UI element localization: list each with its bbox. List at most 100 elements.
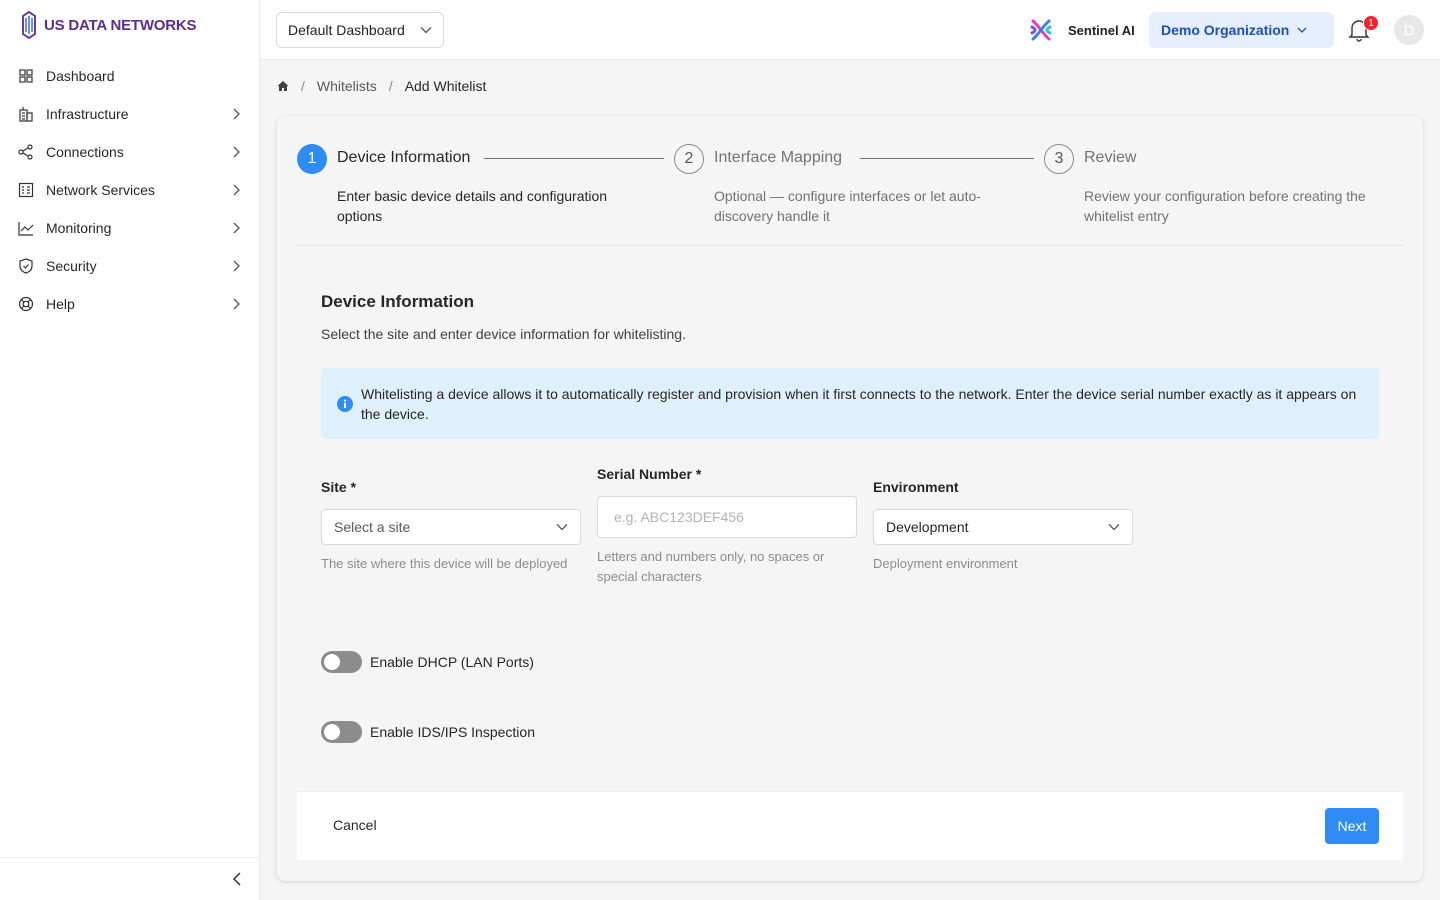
sidebar: US DATA NETWORKS Dashboard Infrastructur… [0, 0, 260, 900]
line-chart-icon [17, 219, 35, 237]
dashboard-select[interactable]: Default Dashboard [276, 12, 444, 48]
toggle-knob [324, 724, 340, 740]
cancel-button[interactable]: Cancel [333, 817, 377, 833]
site-help: The site where this device will be deplo… [321, 556, 568, 571]
dhcp-toggle-label: Enable DHCP (LAN Ports) [370, 654, 534, 670]
chevron-right-icon [230, 260, 242, 272]
sidebar-item-label: Help [46, 296, 75, 312]
sidebar-item-label: Network Services [46, 182, 155, 198]
sidebar-item-network-services[interactable]: Network Services [0, 171, 260, 209]
environment-select[interactable]: Development [873, 509, 1133, 545]
chevron-left-icon [232, 872, 241, 886]
sidebar-item-label: Connections [46, 144, 124, 160]
environment-help: Deployment environment [873, 556, 1018, 571]
home-icon[interactable] [277, 80, 289, 92]
grid-icon [17, 67, 35, 85]
breadcrumb-whitelists-link[interactable]: Whitelists [317, 78, 377, 94]
user-avatar[interactable]: D [1394, 15, 1424, 45]
step-connector [860, 158, 1034, 159]
ids-ips-toggle-label: Enable IDS/IPS Inspection [370, 724, 535, 740]
chevron-down-icon [420, 27, 432, 34]
step-2-description: Optional — configure interfaces or let a… [714, 188, 981, 224]
brand-name: US DATA NETWORKS [44, 16, 197, 34]
site-label-text: Site [321, 479, 347, 495]
chevron-right-icon [230, 184, 242, 196]
share-nodes-icon [17, 143, 35, 161]
sentinel-ai-label: Sentinel AI [1068, 22, 1135, 38]
next-button[interactable]: Next [1325, 808, 1379, 844]
step-3-description: Review your configuration before creatin… [1084, 188, 1366, 224]
toggle-knob [324, 654, 340, 670]
server-icon [17, 181, 35, 199]
required-mark: * [350, 479, 357, 495]
sidebar-item-connections[interactable]: Connections [0, 133, 260, 171]
chevron-down-icon [1297, 27, 1307, 33]
ids-ips-toggle-row: Enable IDS/IPS Inspection [321, 721, 535, 743]
info-alert-text: Whitelisting a device allows it to autom… [361, 386, 1357, 422]
chevron-right-icon [230, 298, 242, 310]
sentinel-ai-icon [1030, 19, 1052, 41]
info-icon [337, 396, 353, 412]
sidebar-item-dashboard[interactable]: Dashboard [0, 57, 260, 95]
sentinel-ai-button[interactable]: Sentinel AI [1028, 16, 1135, 44]
breadcrumb: / Whitelists / Add Whitelist [277, 76, 486, 96]
wizard-footer: Cancel Next [297, 791, 1403, 860]
sidebar-item-label: Infrastructure [46, 106, 129, 122]
notification-count-badge: 1 [1363, 15, 1379, 31]
shield-icon [17, 257, 35, 275]
notifications-button[interactable]: 1 [1348, 15, 1379, 42]
chevron-right-icon [230, 222, 242, 234]
ids-ips-toggle[interactable] [321, 721, 362, 743]
sidebar-item-infrastructure[interactable]: Infrastructure [0, 95, 260, 133]
add-whitelist-card: 1 Device Information Enter basic device … [277, 116, 1423, 881]
site-label: Site * [321, 479, 356, 495]
building-icon [17, 105, 35, 123]
chevron-right-icon [230, 146, 242, 158]
sidebar-item-label: Monitoring [46, 220, 112, 236]
serial-number-field [597, 496, 857, 538]
dashboard-select-value: Default Dashboard [288, 22, 405, 38]
step-1-title: Device Information [337, 149, 471, 166]
lifebuoy-icon [17, 295, 35, 313]
brand-logo-icon [22, 10, 36, 40]
serial-number-label-text: Serial Number [597, 466, 692, 482]
step-3-title: Review [1084, 149, 1137, 166]
step-3-indicator: 3 [1044, 144, 1074, 174]
environment-select-value: Development [886, 519, 969, 535]
chevron-down-icon [556, 524, 568, 531]
dhcp-toggle-row: Enable DHCP (LAN Ports) [321, 651, 534, 673]
serial-number-help: Letters and numbers only, no spaces or s… [597, 549, 825, 584]
required-mark: * [695, 466, 702, 482]
serial-number-label: Serial Number * [597, 466, 701, 482]
site-select-placeholder: Select a site [334, 519, 411, 535]
section-subtitle: Select the site and enter device informa… [321, 326, 686, 342]
step-2-title: Interface Mapping [714, 149, 843, 166]
top-header: Default Dashboard Sentinel AI Demo Organ… [261, 0, 1440, 60]
chevron-right-icon [230, 108, 242, 120]
breadcrumb-separator: / [388, 78, 393, 94]
breadcrumb-separator: / [301, 78, 305, 94]
sidebar-footer [0, 857, 260, 900]
breadcrumb-current: Add Whitelist [404, 78, 487, 94]
sidebar-item-help[interactable]: Help [0, 285, 260, 323]
sidebar-nav: Dashboard Infrastructure Connections Net… [0, 57, 260, 323]
sidebar-item-label: Security [46, 258, 97, 274]
serial-number-input[interactable] [598, 497, 856, 537]
wizard-steps: 1 Device Information Enter basic device … [297, 144, 1403, 246]
collapse-sidebar-button[interactable] [228, 870, 246, 888]
organization-select[interactable]: Demo Organization [1149, 12, 1334, 48]
site-select[interactable]: Select a site [321, 509, 581, 545]
step-connector [484, 158, 664, 159]
brand-logo[interactable]: US DATA NETWORKS [20, 10, 197, 40]
dhcp-toggle[interactable] [321, 651, 362, 673]
info-alert: Whitelisting a device allows it to autom… [321, 368, 1379, 439]
sidebar-item-monitoring[interactable]: Monitoring [0, 209, 260, 247]
sidebar-item-security[interactable]: Security [0, 247, 260, 285]
sidebar-item-label: Dashboard [46, 68, 115, 84]
environment-label: Environment [873, 479, 959, 495]
chevron-down-icon [1108, 524, 1120, 531]
section-title: Device Information [321, 292, 475, 311]
step-2-indicator: 2 [674, 144, 704, 174]
step-1-indicator: 1 [297, 144, 327, 174]
organization-select-value: Demo Organization [1161, 22, 1290, 38]
